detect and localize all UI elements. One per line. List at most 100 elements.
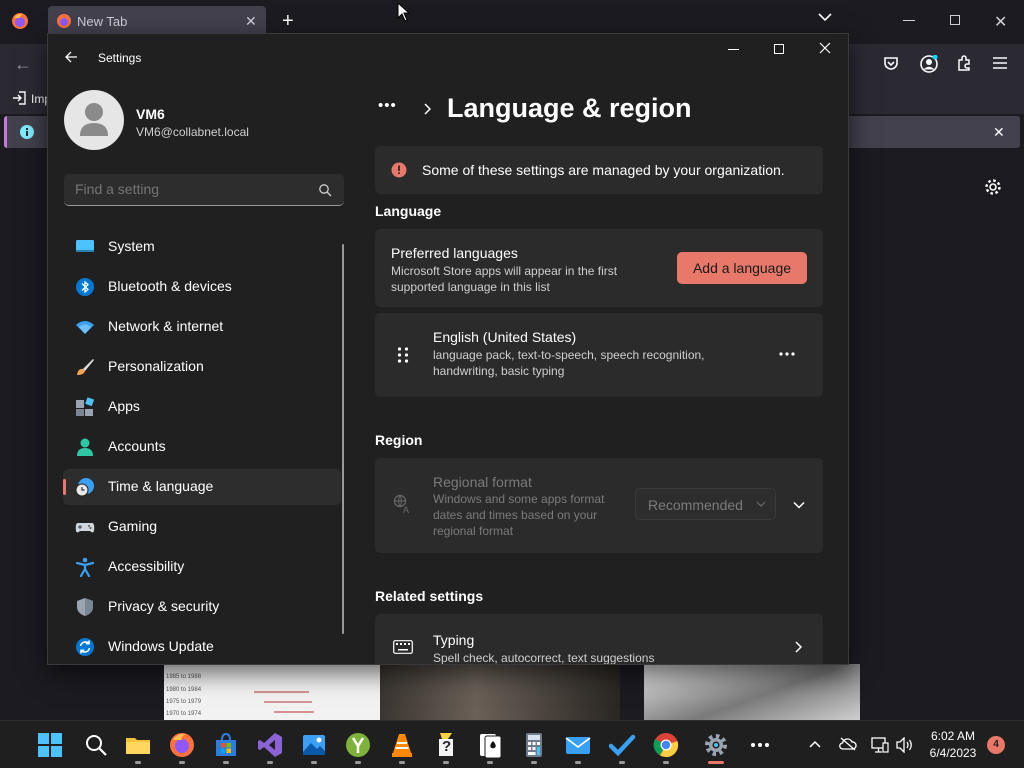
new-tab-icon[interactable]: + xyxy=(282,10,294,33)
mail-icon[interactable] xyxy=(564,731,592,759)
page-settings-gear-icon[interactable] xyxy=(984,178,1002,196)
typing-card[interactable]: Typing Spell check, autocorrect, text su… xyxy=(375,614,823,665)
running-indicator xyxy=(179,761,185,764)
svg-text:1985 to 1988: 1985 to 1988 xyxy=(166,674,202,680)
settings-minimize-icon[interactable] xyxy=(728,49,739,50)
sidebar-item-time-language[interactable]: Time & language xyxy=(63,469,341,505)
search-field[interactable] xyxy=(75,181,305,197)
sidebar-item-network[interactable]: Network & internet xyxy=(63,309,341,345)
search-icon[interactable] xyxy=(82,731,110,759)
running-indicator xyxy=(399,761,405,764)
notification-badge[interactable]: 4 xyxy=(987,736,1005,754)
add-language-button[interactable]: Add a language xyxy=(677,252,807,284)
sidebar-item-apps[interactable]: Apps xyxy=(63,389,341,425)
settings-close-icon[interactable] xyxy=(819,42,831,54)
search-input[interactable] xyxy=(64,174,344,206)
user-name: VM6 xyxy=(136,106,165,122)
sidebar-item-system[interactable]: System xyxy=(63,229,341,265)
window-restore-icon[interactable] xyxy=(950,15,960,25)
firefox-menu-icon[interactable] xyxy=(11,12,29,30)
chrome-icon[interactable] xyxy=(652,731,680,759)
more-apps-icon[interactable] xyxy=(746,731,774,759)
hamburger-menu-icon[interactable] xyxy=(993,57,1007,69)
visual-studio-icon[interactable] xyxy=(256,731,284,759)
region-section-heading: Region xyxy=(375,432,423,448)
sidebar-item-gaming[interactable]: Gaming xyxy=(63,509,341,545)
photos-icon[interactable] xyxy=(300,731,328,759)
app-y-icon[interactable] xyxy=(344,731,372,759)
system-icon xyxy=(75,237,95,257)
user-email: VM6@collabnet.local xyxy=(136,125,249,139)
drag-handle-icon[interactable] xyxy=(397,347,409,363)
shield-icon xyxy=(75,597,95,617)
info-bar-close-icon[interactable]: ✕ xyxy=(993,124,1005,141)
regional-format-card: A Regional format Windows and some apps … xyxy=(375,458,823,553)
settings-nav-list: System Bluetooth & devices Network & int… xyxy=(48,229,348,664)
apps-icon xyxy=(75,397,95,417)
close-tab-icon[interactable]: ✕ xyxy=(245,13,257,30)
language-list-item[interactable]: English (United States) language pack, t… xyxy=(375,313,823,397)
sidebar-item-personalization[interactable]: Personalization xyxy=(63,349,341,385)
org-notice-text: Some of these settings are managed by yo… xyxy=(422,162,785,178)
back-arrow-icon[interactable]: ← xyxy=(14,54,32,75)
more-options-icon[interactable] xyxy=(779,352,795,356)
clock-date[interactable]: 6/4/2023 xyxy=(918,746,988,760)
settings-taskbar-icon[interactable] xyxy=(702,731,730,759)
todo-icon[interactable] xyxy=(608,731,636,759)
file-explorer-icon[interactable] xyxy=(124,731,152,759)
accessibility-icon xyxy=(75,557,95,577)
language-details: language pack, text-to-speech, speech re… xyxy=(433,348,705,378)
extensions-icon[interactable] xyxy=(956,55,972,71)
sidebar-item-bluetooth[interactable]: Bluetooth & devices xyxy=(63,269,341,305)
chevron-up-icon[interactable] xyxy=(809,740,821,748)
settings-back-button[interactable] xyxy=(64,50,78,64)
thumbnail-person-image[interactable] xyxy=(380,664,620,720)
running-indicator xyxy=(267,761,273,764)
sidebar-item-label: Accessibility xyxy=(108,558,185,574)
breadcrumb-ellipsis-button[interactable]: ••• xyxy=(378,97,397,114)
avatar[interactable] xyxy=(64,90,124,150)
volume-icon[interactable] xyxy=(896,737,914,753)
vlc-icon[interactable] xyxy=(388,731,416,759)
pocket-icon[interactable] xyxy=(883,55,899,71)
language-name: English (United States) xyxy=(433,329,577,345)
svg-text:1970 to 1974: 1970 to 1974 xyxy=(166,711,202,717)
typing-description: Spell check, autocorrect, text suggestio… xyxy=(433,651,655,665)
running-indicator xyxy=(531,761,537,764)
sidebar-item-label: Apps xyxy=(108,398,140,414)
nav-scrollbar[interactable] xyxy=(342,244,344,634)
sidebar-item-label: Time & language xyxy=(108,478,214,494)
window-minimize-icon[interactable] xyxy=(903,20,915,21)
regional-format-dropdown: Recommended xyxy=(635,488,776,520)
list-tabs-icon[interactable] xyxy=(818,12,832,22)
preferred-languages-title: Preferred languages xyxy=(391,245,518,261)
expand-chevron-icon[interactable] xyxy=(793,501,805,509)
sidebar-item-privacy[interactable]: Privacy & security xyxy=(63,589,341,625)
clock-time[interactable]: 6:02 AM xyxy=(918,729,988,743)
sidebar-item-accounts[interactable]: Accounts xyxy=(63,429,341,465)
running-indicator xyxy=(223,761,229,764)
account-icon[interactable] xyxy=(920,55,938,73)
window-close-icon[interactable]: ✕ xyxy=(994,12,1007,32)
calculator-icon[interactable] xyxy=(520,731,548,759)
sidebar-item-windows-update[interactable]: Windows Update xyxy=(63,629,341,664)
warning-icon xyxy=(391,162,407,178)
sidebar-item-label: Accounts xyxy=(108,438,166,454)
wifi-icon xyxy=(75,317,95,337)
start-button-icon[interactable] xyxy=(36,731,64,759)
microsoft-store-icon[interactable] xyxy=(212,731,240,759)
active-app-indicator xyxy=(708,761,724,764)
import-bookmarks-icon[interactable] xyxy=(12,91,26,105)
help-app-icon[interactable]: ? xyxy=(432,731,460,759)
chevron-right-icon xyxy=(423,103,431,115)
network-icon[interactable] xyxy=(871,737,889,753)
sidebar-item-label: Network & internet xyxy=(108,318,224,334)
firefox-taskbar-icon[interactable] xyxy=(168,731,196,759)
sidebar-item-accessibility[interactable]: Accessibility xyxy=(63,549,341,585)
thumbnail-device-image[interactable] xyxy=(644,664,860,720)
regional-format-icon: A xyxy=(393,494,413,514)
solitaire-icon[interactable] xyxy=(476,731,504,759)
cloud-offline-icon[interactable] xyxy=(839,737,857,751)
thumbnail-chart-image[interactable]: 1985 to 1988 1980 to 1984 1975 to 1979 1970… xyxy=(164,664,380,720)
settings-maximize-icon[interactable] xyxy=(774,44,784,54)
